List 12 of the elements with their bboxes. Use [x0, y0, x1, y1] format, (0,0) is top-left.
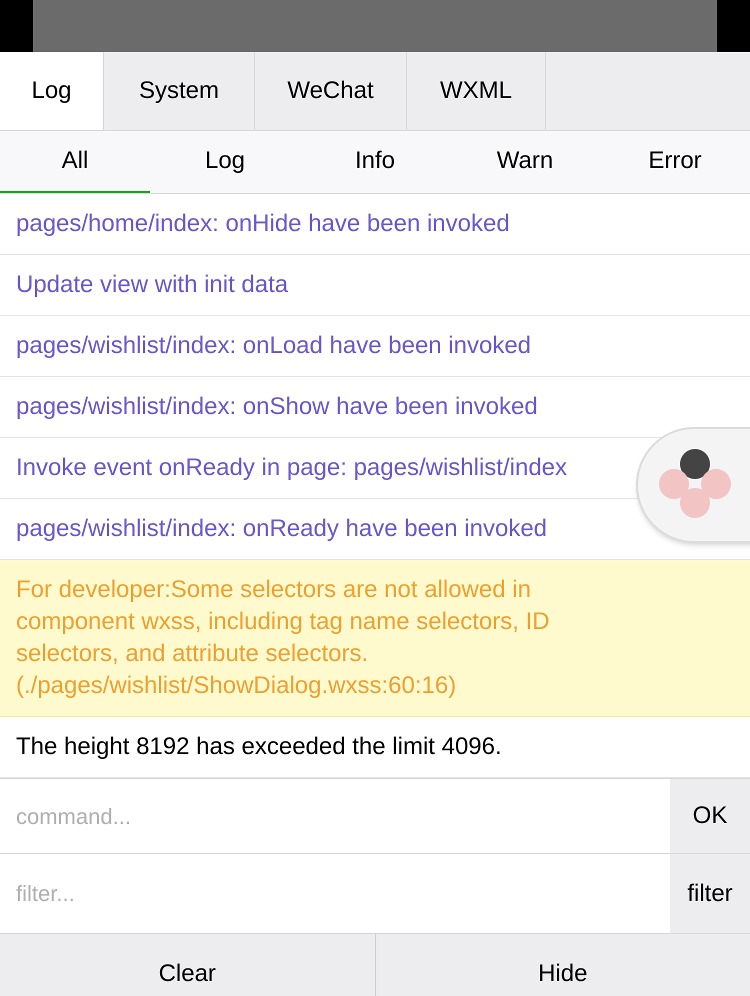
filter-tab[interactable]: Info	[300, 131, 450, 193]
tab[interactable]: Log	[0, 52, 104, 130]
clear-button[interactable]: Clear	[0, 934, 374, 996]
filter-tab[interactable]: Error	[600, 131, 750, 193]
filter-tab[interactable]: Warn	[450, 131, 600, 193]
filter-field[interactable]: filter...	[0, 854, 670, 933]
filter-button[interactable]: filter	[670, 854, 750, 933]
command-field[interactable]: command...	[0, 779, 670, 853]
hide-button[interactable]: Hide	[374, 934, 750, 996]
filter-tab[interactable]: Log	[150, 131, 300, 193]
ok-button[interactable]: OK	[670, 779, 750, 853]
log-entry: For developer:Some selectors are not allowed in component wxss, including tag name selectors, ID selectors, and attribute selectors.(./pages/wishlist/ShowDialog.wxss:60:16)	[0, 560, 750, 717]
